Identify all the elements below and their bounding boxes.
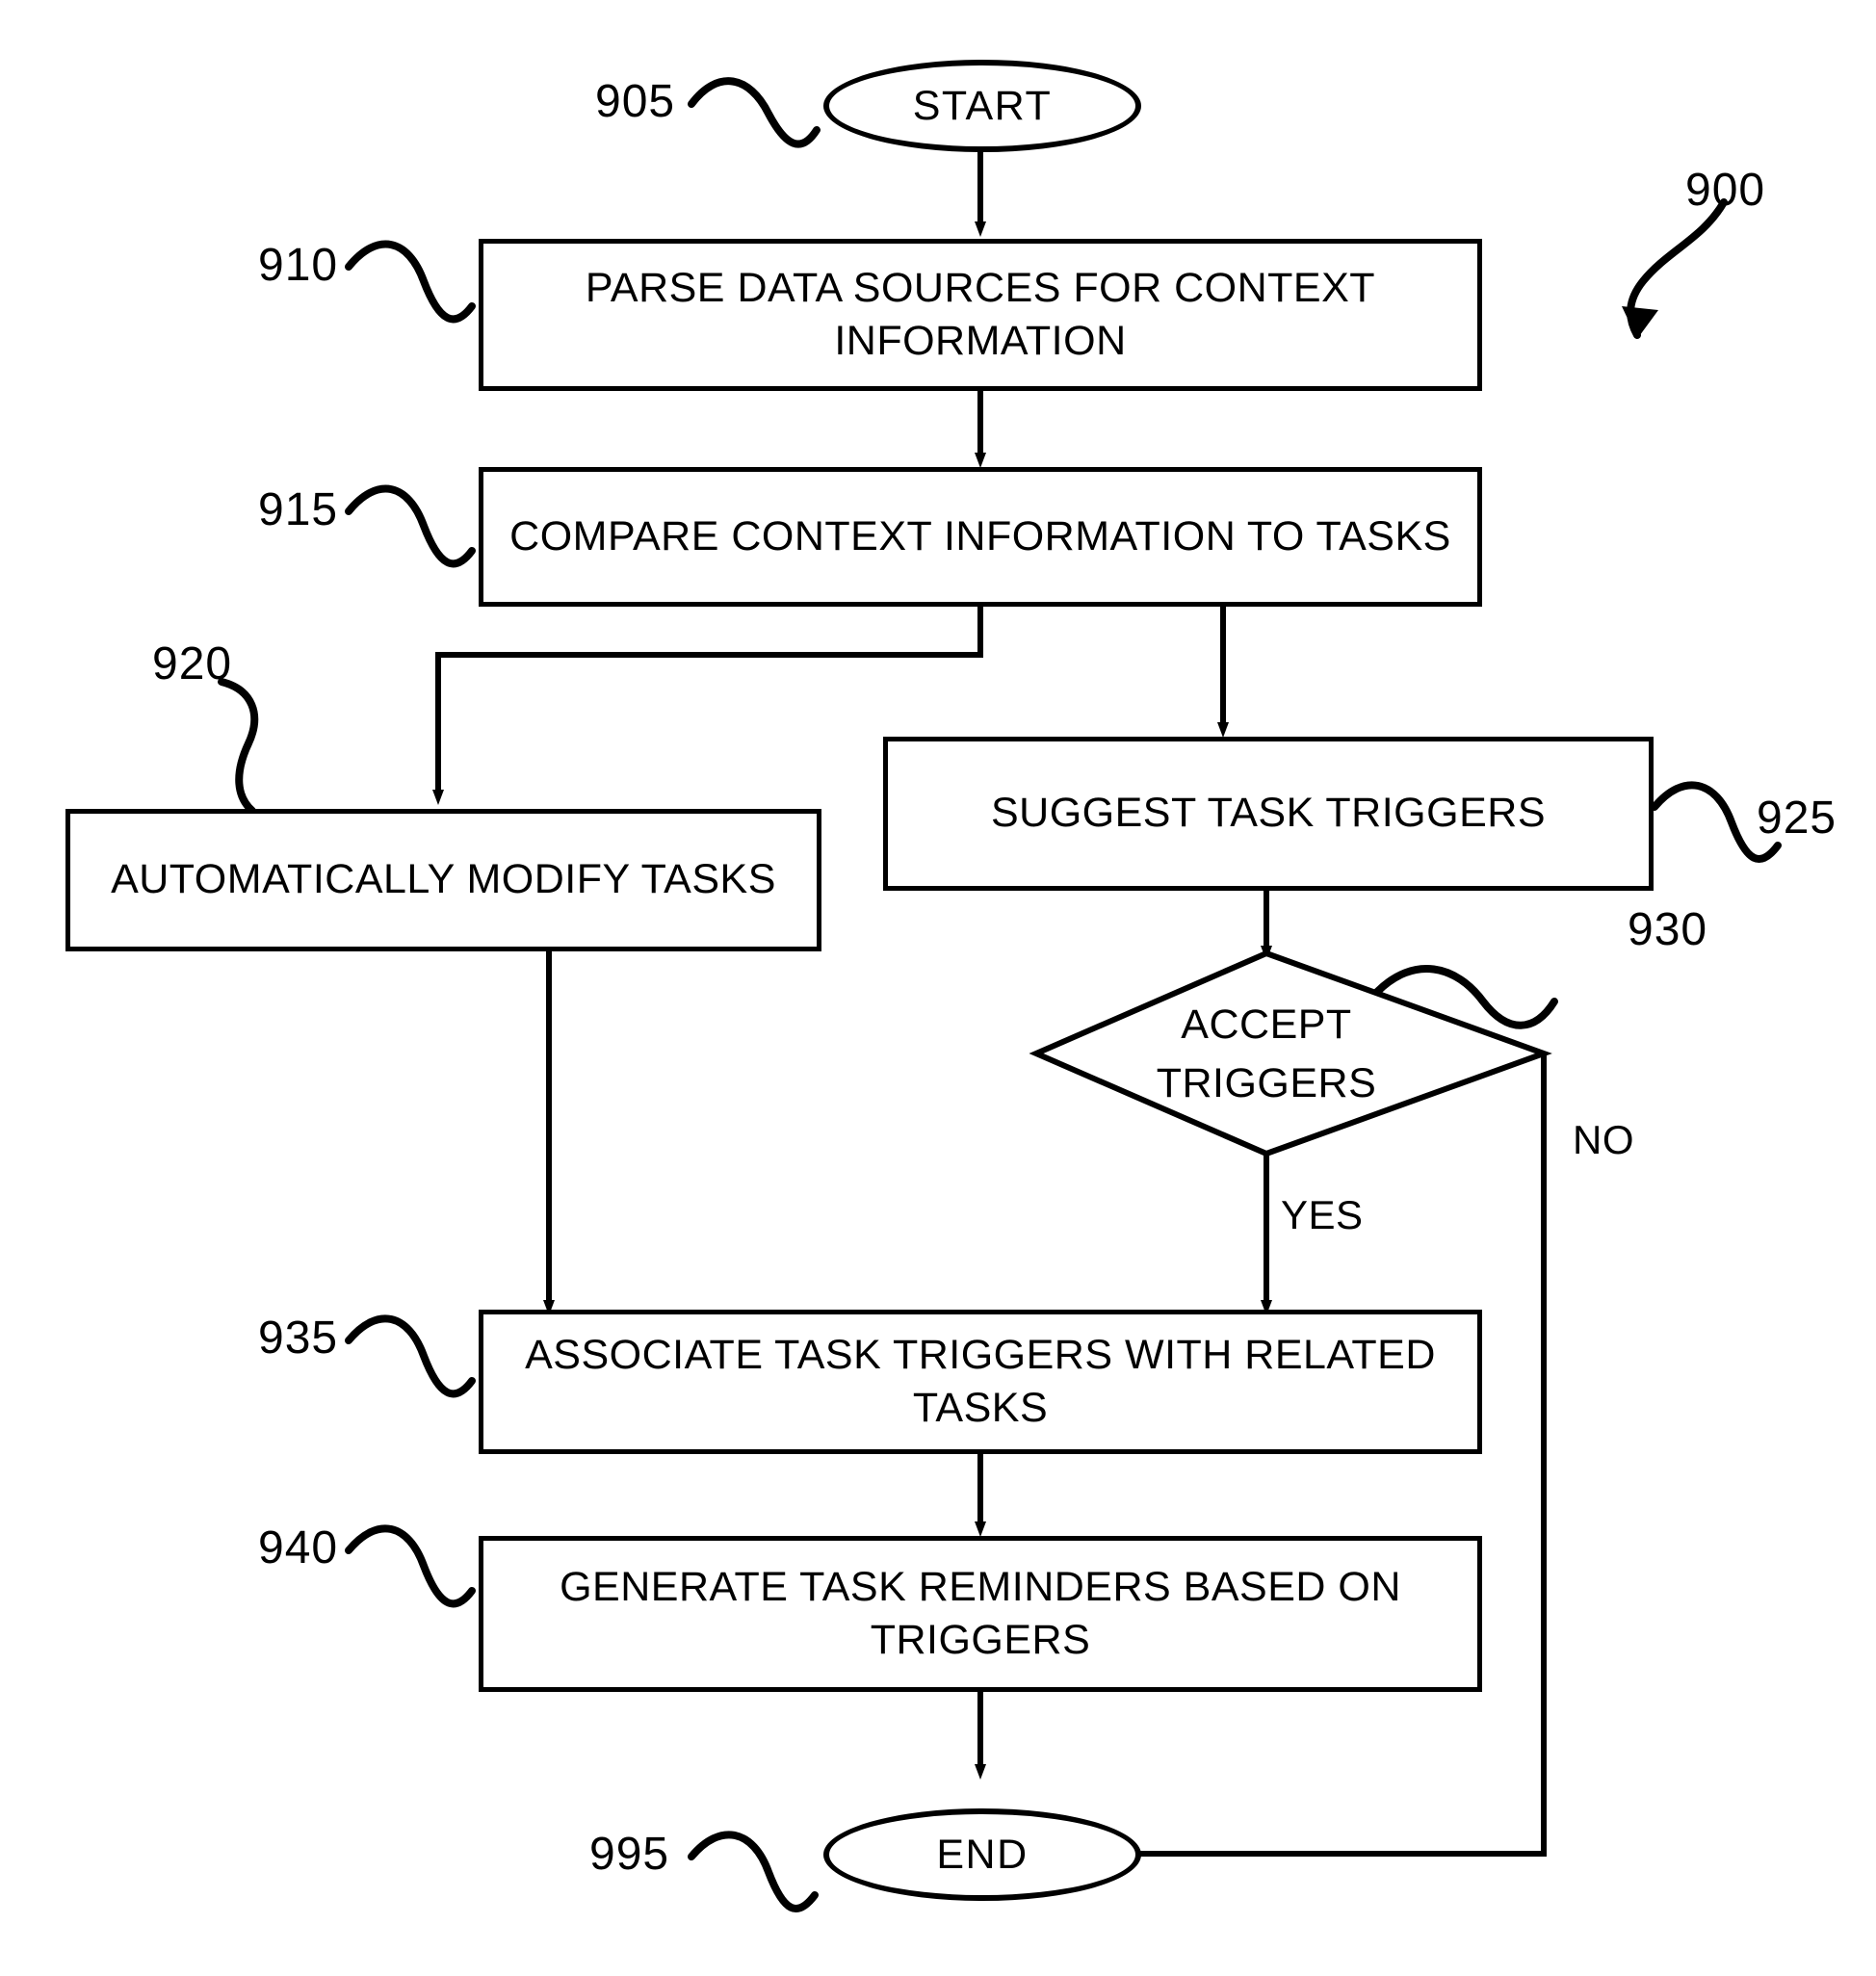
ref-940: 940 xyxy=(258,1522,339,1573)
ref-920: 920 xyxy=(152,638,233,689)
node-generate-label: GENERATE TASK REMINDERS BASED ON TRIGGER… xyxy=(560,1561,1401,1667)
flowchart-canvas: 900 905 910 915 920 925 930 935 940 995 … xyxy=(0,0,1876,1976)
node-parse-label: PARSE DATA SOURCES FOR CONTEXT INFORMATI… xyxy=(586,262,1375,368)
ref-995: 995 xyxy=(589,1829,670,1880)
ref-900: 900 xyxy=(1685,165,1766,216)
leader-900-arrowhead xyxy=(1622,306,1658,339)
node-generate-label-line1: GENERATE TASK REMINDERS BASED ON xyxy=(560,1563,1401,1610)
ref-905: 905 xyxy=(595,76,676,127)
leader-910 xyxy=(345,240,476,324)
ref-935: 935 xyxy=(258,1313,339,1364)
node-generate-label-line2: TRIGGERS xyxy=(870,1617,1091,1663)
leader-940 xyxy=(345,1524,476,1608)
node-decision-label-line1: ACCEPT xyxy=(1181,1001,1352,1048)
node-parse-data-sources: PARSE DATA SOURCES FOR CONTEXT INFORMATI… xyxy=(479,239,1482,391)
node-associate-label-line1: ASSOCIATE TASK TRIGGERS WITH RELATED xyxy=(525,1331,1436,1378)
node-automatically-modify-tasks: AUTOMATICALLY MODIFY TASKS xyxy=(65,809,821,951)
ref-915: 915 xyxy=(258,484,339,535)
node-decision-accept-triggers: ACCEPT TRIGGERS xyxy=(1103,998,1430,1111)
leader-920 xyxy=(218,678,259,815)
node-modify-label: AUTOMATICALLY MODIFY TASKS xyxy=(111,856,776,903)
edge-label-yes: YES xyxy=(1281,1192,1364,1237)
node-start: START xyxy=(823,60,1141,152)
node-generate-task-reminders: GENERATE TASK REMINDERS BASED ON TRIGGER… xyxy=(479,1536,1482,1692)
node-parse-label-line1: PARSE DATA SOURCES FOR CONTEXT xyxy=(585,264,1376,311)
node-associate-label-line2: TASKS xyxy=(912,1385,1049,1431)
edge-label-no: NO xyxy=(1573,1117,1634,1162)
node-associate-task-triggers: ASSOCIATE TASK TRIGGERS WITH RELATED TAS… xyxy=(479,1310,1482,1454)
node-decision-label-line2: TRIGGERS xyxy=(1156,1060,1377,1106)
ref-930: 930 xyxy=(1628,904,1708,955)
node-start-label: START xyxy=(912,82,1053,129)
leader-995 xyxy=(688,1831,819,1912)
node-parse-label-line2: INFORMATION xyxy=(834,318,1127,364)
leader-915 xyxy=(345,484,476,568)
node-end: END xyxy=(823,1808,1141,1901)
leader-905 xyxy=(688,77,821,148)
node-compare-context: COMPARE CONTEXT INFORMATION TO TASKS xyxy=(479,467,1482,607)
node-end-label: END xyxy=(936,1831,1029,1878)
leader-935 xyxy=(345,1314,476,1398)
node-suggest-label: SUGGEST TASK TRIGGERS xyxy=(990,790,1546,837)
node-suggest-task-triggers: SUGGEST TASK TRIGGERS xyxy=(883,737,1654,891)
ref-925: 925 xyxy=(1757,793,1837,844)
node-compare-label: COMPARE CONTEXT INFORMATION TO TASKS xyxy=(509,512,1451,559)
ref-910: 910 xyxy=(258,240,339,291)
leader-900 xyxy=(1627,198,1728,339)
node-associate-label: ASSOCIATE TASK TRIGGERS WITH RELATED TAS… xyxy=(525,1329,1436,1435)
